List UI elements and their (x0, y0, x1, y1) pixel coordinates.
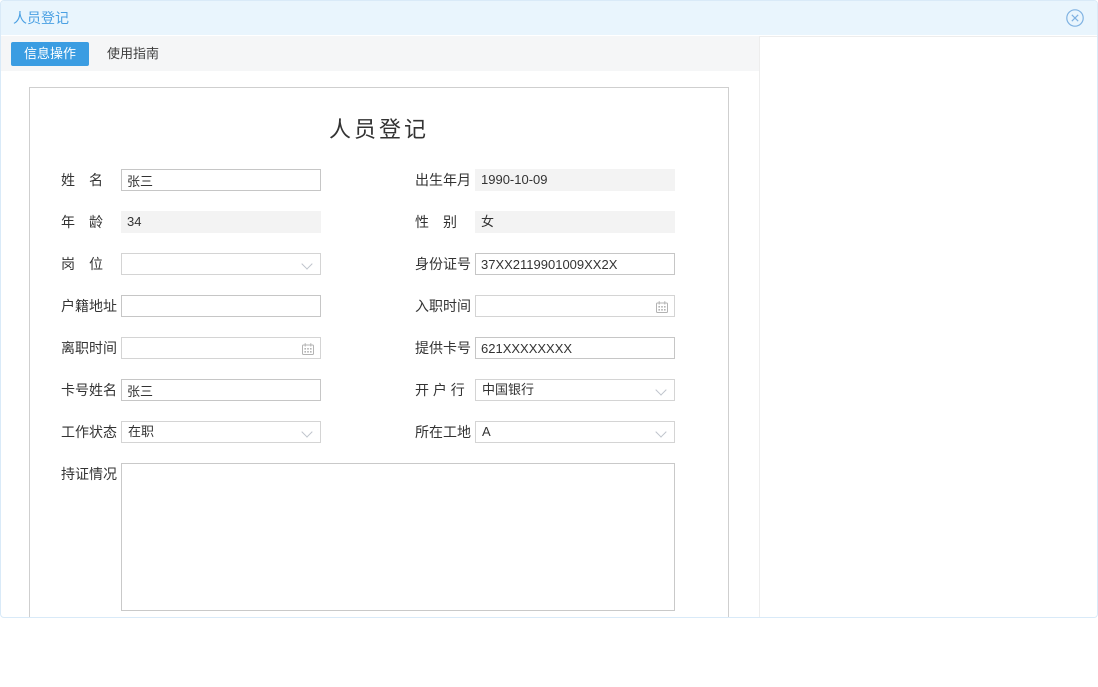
bank-select-value: 中国银行 (482, 382, 534, 397)
age-label: 年 龄 (61, 211, 103, 233)
tab-user-guide[interactable]: 使用指南 (105, 42, 161, 66)
chevron-down-icon (655, 426, 666, 437)
leave-date-input[interactable] (121, 337, 321, 359)
worksite-label: 所在工地 (415, 421, 471, 443)
id-number-label: 身份证号 (415, 253, 471, 275)
birthdate-label: 出生年月 (415, 169, 471, 191)
position-select[interactable] (121, 253, 321, 275)
close-icon[interactable] (1065, 8, 1085, 28)
personnel-registration-dialog: 人员登记 信息操作 使用指南 人员登记 姓 名 出生年月 1990-10-09 … (0, 0, 1098, 618)
birthdate-value: 1990-10-09 (475, 169, 675, 191)
right-side-panel (759, 36, 1097, 617)
form-row: 卡号姓名 开 户 行 中国银行 (30, 379, 728, 401)
worksite-select-value: A (482, 424, 491, 439)
dialog-title: 人员登记 (13, 8, 69, 28)
card-number-input[interactable] (475, 337, 675, 359)
dialog-titlebar: 人员登记 (1, 1, 1097, 35)
work-status-select[interactable]: 在职 (121, 421, 321, 443)
certification-label: 持证情况 (61, 463, 117, 485)
form-row: 户籍地址 入职时间 (30, 295, 728, 317)
leave-date-label: 离职时间 (61, 337, 117, 359)
bank-select[interactable]: 中国银行 (475, 379, 675, 401)
address-label: 户籍地址 (61, 295, 117, 317)
card-number-label: 提供卡号 (415, 337, 471, 359)
form-row: 岗 位 身份证号 (30, 253, 728, 275)
card-name-label: 卡号姓名 (61, 379, 117, 401)
calendar-icon (301, 342, 315, 356)
form-title: 人员登记 (30, 112, 728, 144)
form-row: 年 龄 34 性 别 女 (30, 211, 728, 233)
bank-label: 开 户 行 (415, 379, 465, 401)
tab-bar: 信息操作 使用指南 (1, 36, 759, 71)
chevron-down-icon (301, 258, 312, 269)
name-input[interactable] (121, 169, 321, 191)
form-row: 工作状态 在职 所在工地 A (30, 421, 728, 443)
registration-form-panel: 人员登记 姓 名 出生年月 1990-10-09 年 龄 34 性 别 女 岗 … (29, 87, 729, 618)
certification-textarea[interactable] (121, 463, 675, 611)
age-value: 34 (121, 211, 321, 233)
tab-info-operations[interactable]: 信息操作 (11, 42, 89, 66)
worksite-select[interactable]: A (475, 421, 675, 443)
chevron-down-icon (655, 384, 666, 395)
form-row: 姓 名 出生年月 1990-10-09 (30, 169, 728, 191)
address-input[interactable] (121, 295, 321, 317)
form-row: 离职时间 提供卡号 (30, 337, 728, 359)
work-status-select-value: 在职 (128, 424, 154, 439)
hire-date-input[interactable] (475, 295, 675, 317)
form-row: 持证情况 (30, 463, 728, 611)
gender-value: 女 (475, 211, 675, 233)
work-status-label: 工作状态 (61, 421, 117, 443)
id-number-input[interactable] (475, 253, 675, 275)
hire-date-label: 入职时间 (415, 295, 471, 317)
name-label: 姓 名 (61, 169, 103, 191)
chevron-down-icon (301, 426, 312, 437)
calendar-icon (655, 300, 669, 314)
gender-label: 性 别 (415, 211, 457, 233)
position-label: 岗 位 (61, 253, 103, 275)
card-name-input[interactable] (121, 379, 321, 401)
form-rows: 姓 名 出生年月 1990-10-09 年 龄 34 性 别 女 岗 位 身份证… (30, 169, 728, 618)
